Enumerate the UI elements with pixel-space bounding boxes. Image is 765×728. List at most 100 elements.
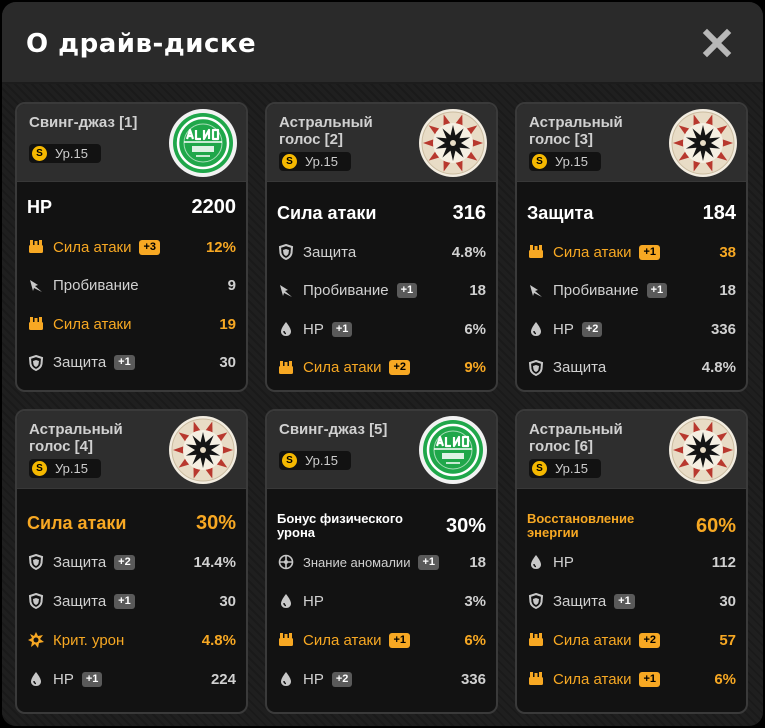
main-stat: Восстановление энергии 60% bbox=[527, 512, 736, 540]
disc-name: Астральный голос [4] bbox=[29, 421, 123, 455]
substat-row: Пробивание +1 18 bbox=[527, 280, 736, 302]
substat-value: 4.8% bbox=[201, 631, 236, 649]
coin-icon: S bbox=[532, 461, 547, 476]
substat-value: 9 bbox=[227, 277, 236, 294]
substat-row: HP +2 336 bbox=[277, 668, 486, 690]
disc-name: Астральный голос [6] bbox=[529, 421, 623, 455]
close-icon bbox=[702, 28, 732, 58]
card-header: Астральный голос [4] S Ур.15 bbox=[17, 411, 246, 489]
main-stat-name: Бонус физического урона bbox=[277, 511, 404, 540]
drive-disc-card[interactable]: Свинг-джаз [5] S Ур.15 Бонус физического… bbox=[265, 409, 498, 714]
hp-icon bbox=[27, 670, 45, 688]
substat-row: Сила атаки +1 6% bbox=[527, 668, 736, 690]
drive-disc-window: О драйв-диске Свинг-джаз [1] S Ур.15 HP bbox=[2, 2, 763, 726]
defense-icon bbox=[527, 359, 545, 377]
card-header: Свинг-джаз [5] S Ур.15 bbox=[267, 411, 496, 489]
substat-name: Пробивание bbox=[303, 282, 389, 299]
card-header: Свинг-джаз [1] S Ур.15 bbox=[17, 104, 246, 182]
substat-row: HP +1 224 bbox=[27, 668, 236, 690]
substat-name: Сила атаки bbox=[553, 670, 632, 688]
substat-name: Сила атаки bbox=[553, 631, 632, 649]
hp-icon bbox=[277, 670, 295, 688]
substat-value: 57 bbox=[719, 631, 736, 649]
disc-image bbox=[668, 108, 738, 178]
substat-row: HP 112 bbox=[527, 551, 736, 573]
defense-icon bbox=[527, 592, 545, 610]
substat-name: Пробивание bbox=[53, 277, 139, 294]
coin-icon: S bbox=[282, 453, 297, 468]
disc-image bbox=[168, 108, 238, 178]
main-stat: Защита 184 bbox=[527, 202, 736, 225]
hp-icon bbox=[527, 553, 545, 571]
card-header: Астральный голос [2] S Ур.15 bbox=[267, 104, 496, 182]
disc-image bbox=[418, 415, 488, 485]
attack-icon bbox=[527, 631, 545, 649]
upgrade-badge: +1 bbox=[418, 554, 440, 570]
substat-row: Защита 4.8% bbox=[277, 241, 486, 263]
substat-name: HP bbox=[303, 592, 324, 610]
main-stat-name: HP bbox=[27, 197, 53, 217]
main-stat: Сила атаки 30% bbox=[27, 512, 236, 535]
defense-icon bbox=[27, 354, 45, 372]
substat-value: 18 bbox=[719, 282, 736, 299]
level-badge: S Ур.15 bbox=[279, 451, 351, 470]
hp-icon bbox=[277, 592, 295, 610]
level-text: Ур.15 bbox=[55, 461, 88, 476]
level-text: Ур.15 bbox=[305, 453, 338, 468]
substat-name: HP bbox=[553, 320, 574, 338]
disc-image bbox=[668, 415, 738, 485]
substat-row: Пробивание 9 bbox=[27, 275, 236, 297]
level-badge: S Ур.15 bbox=[529, 459, 601, 478]
substat-name: Защита bbox=[53, 553, 107, 571]
level-badge: S Ур.15 bbox=[529, 152, 601, 171]
substat-value: 6% bbox=[464, 631, 486, 649]
drive-disc-card[interactable]: Астральный голос [4] S Ур.15 Сила атаки … bbox=[15, 409, 248, 714]
disc-grid: Свинг-джаз [1] S Ур.15 HP 2200 Сила атак… bbox=[2, 84, 763, 726]
window-title: О драйв-диске bbox=[26, 29, 257, 59]
drive-disc-card[interactable]: Астральный голос [2] S Ур.15 Сила атаки … bbox=[265, 102, 498, 392]
main-stat-value: 30% bbox=[195, 512, 236, 534]
pierce-icon bbox=[277, 282, 295, 300]
substat-value: 18 bbox=[469, 282, 486, 299]
disc-image bbox=[168, 415, 238, 485]
substat-name: Сила атаки bbox=[303, 359, 382, 376]
upgrade-badge: +2 bbox=[389, 360, 411, 375]
upgrade-badge: +1 bbox=[396, 283, 418, 298]
substat-row: Сила атаки +1 6% bbox=[277, 629, 486, 651]
substat-name: Защита bbox=[553, 359, 607, 376]
substat-name: HP bbox=[553, 553, 574, 571]
substat-value: 112 bbox=[711, 553, 736, 571]
close-button[interactable] bbox=[702, 28, 732, 58]
substat-name: Защита bbox=[53, 354, 107, 371]
upgrade-badge: +1 bbox=[614, 593, 635, 609]
disc-name: Свинг-джаз [5] bbox=[279, 421, 388, 438]
disc-name: Астральный голос [3] bbox=[529, 114, 623, 148]
substat-row: Защита +1 30 bbox=[527, 590, 736, 612]
substat-value: 4.8% bbox=[701, 359, 736, 376]
level-badge: S Ур.15 bbox=[279, 152, 351, 171]
substat-row: Сила атаки +3 12% bbox=[27, 236, 236, 258]
swing-jazz-disc-icon bbox=[169, 109, 237, 177]
main-stat: HP 2200 bbox=[27, 196, 236, 219]
drive-disc-card[interactable]: Свинг-джаз [1] S Ур.15 HP 2200 Сила атак… bbox=[15, 102, 248, 392]
defense-icon bbox=[27, 553, 45, 571]
substat-name: Пробивание bbox=[553, 282, 639, 299]
substat-name: Сила атаки bbox=[53, 238, 132, 256]
upgrade-badge: +2 bbox=[639, 632, 661, 648]
window-header: О драйв-диске bbox=[2, 2, 763, 82]
crit-icon bbox=[27, 631, 45, 649]
substat-name: Знание аномалии bbox=[303, 554, 411, 570]
drive-disc-card[interactable]: Астральный голос [6] S Ур.15 Восстановле… bbox=[515, 409, 748, 714]
attack-icon bbox=[277, 631, 295, 649]
level-badge: S Ур.15 bbox=[29, 459, 101, 478]
pierce-icon bbox=[527, 282, 545, 300]
upgrade-badge: +1 bbox=[639, 244, 661, 260]
substat-value: 38 bbox=[719, 243, 736, 261]
card-header: Астральный голос [6] S Ур.15 bbox=[517, 411, 746, 489]
substat-value: 336 bbox=[710, 320, 736, 338]
main-stat-value: 184 bbox=[702, 202, 736, 224]
substat-name: Сила атаки bbox=[553, 243, 632, 261]
substat-row: Сила атаки 19 bbox=[27, 313, 236, 335]
drive-disc-card[interactable]: Астральный голос [3] S Ур.15 Защита 184 … bbox=[515, 102, 748, 392]
main-stat-value: 30% bbox=[445, 514, 486, 537]
